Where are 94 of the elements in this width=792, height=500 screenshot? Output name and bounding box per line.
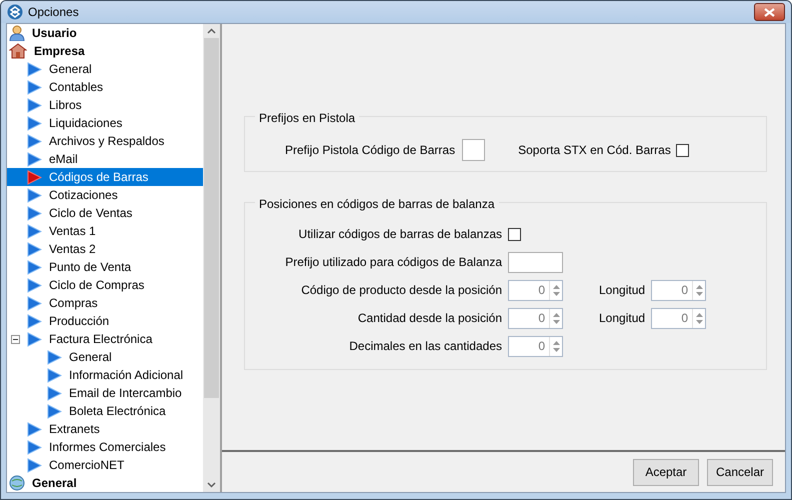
arrow-icon xyxy=(27,134,42,148)
number-spinner[interactable]: 0 xyxy=(508,308,563,328)
arrow-icon xyxy=(27,440,42,454)
field-label: Código de producto desde la posición xyxy=(300,282,503,299)
spin-up-icon[interactable] xyxy=(552,340,560,344)
arrow-icon xyxy=(27,278,42,292)
selected-arrow-icon xyxy=(27,170,42,184)
field-label: Longitud xyxy=(599,310,646,327)
tree-item[interactable]: Libros xyxy=(47,96,84,114)
field-label: Prefijo Pistola Código de Barras xyxy=(285,142,456,159)
app-logo-icon xyxy=(7,4,23,20)
arrow-icon xyxy=(47,350,62,364)
spin-down-icon[interactable] xyxy=(552,320,560,324)
scroll-down-icon[interactable] xyxy=(207,482,216,488)
arrow-icon xyxy=(27,296,42,310)
prefix-input-field[interactable] xyxy=(462,139,486,161)
tree-item[interactable]: Informes Comerciales xyxy=(47,438,168,456)
arrow-icon xyxy=(27,206,42,220)
tree-item[interactable]: Usuario xyxy=(30,24,79,42)
checkbox[interactable] xyxy=(508,228,521,240)
spin-down-icon[interactable] xyxy=(696,292,703,296)
number-spinner[interactable]: 0 xyxy=(651,308,706,328)
tree-item[interactable]: Boleta Electrónica xyxy=(67,402,168,420)
checkbox[interactable] xyxy=(676,144,689,156)
tree-item[interactable]: General xyxy=(47,60,94,78)
collapse-icon[interactable] xyxy=(11,334,20,344)
tree-item[interactable]: Liquidaciones xyxy=(47,114,124,132)
tree-item[interactable]: Ventas 2 xyxy=(47,240,98,258)
arrow-icon xyxy=(27,152,42,166)
number-spinner[interactable]: 0 xyxy=(508,280,563,300)
tree-item[interactable]: Punto de Venta xyxy=(47,258,134,276)
tree-item[interactable]: Información Adicional xyxy=(67,366,186,384)
scroll-thumb[interactable] xyxy=(204,38,219,398)
tree-item[interactable]: Ciclo de Ventas xyxy=(47,204,134,222)
dialog-button[interactable]: Aceptar xyxy=(633,458,699,486)
close-icon xyxy=(764,8,775,16)
arrow-icon xyxy=(27,422,42,436)
arrow-icon xyxy=(47,368,62,382)
field-label: Cantidad desde la posición xyxy=(356,310,503,327)
spinner-value: 0 xyxy=(537,282,546,299)
spin-down-icon[interactable] xyxy=(552,348,560,352)
spinner-value: 0 xyxy=(537,338,546,355)
spinner-value: 0 xyxy=(680,282,690,299)
user-icon xyxy=(9,25,25,41)
tree-item[interactable]: General xyxy=(67,348,114,366)
arrow-icon xyxy=(47,404,62,418)
tree-item[interactable]: Archivos y Respaldos xyxy=(47,132,166,150)
arrow-icon xyxy=(27,458,42,472)
number-spinner[interactable]: 0 xyxy=(651,280,706,300)
scroll-up-icon[interactable] xyxy=(207,28,216,34)
tree-item[interactable]: Extranets xyxy=(47,420,102,438)
spin-up-icon[interactable] xyxy=(696,284,703,288)
spinner-value: 0 xyxy=(537,310,546,327)
tree-item[interactable]: Cotizaciones xyxy=(47,186,120,204)
spin-up-icon[interactable] xyxy=(696,312,703,316)
dialog-button[interactable]: Cancelar xyxy=(707,458,773,486)
close-button[interactable] xyxy=(754,3,785,21)
field-label: Longitud xyxy=(599,282,646,299)
tree-item[interactable]: eMail xyxy=(47,150,80,168)
arrow-icon xyxy=(47,386,62,400)
tree-item[interactable]: Empresa xyxy=(32,42,87,60)
tree-item[interactable]: Email de Intercambio xyxy=(67,384,184,402)
tree-item[interactable]: ComercioNET xyxy=(47,456,126,474)
arrow-icon xyxy=(27,80,42,94)
tree-item[interactable]: Ciclo de Compras xyxy=(47,276,146,294)
tree-item[interactable]: Producción xyxy=(47,312,112,330)
input-field[interactable] xyxy=(508,252,563,272)
arrow-icon xyxy=(27,98,42,112)
number-spinner[interactable]: 0 xyxy=(508,336,563,356)
spin-up-icon[interactable] xyxy=(552,284,560,288)
spin-up-icon[interactable] xyxy=(552,312,560,316)
arrow-icon xyxy=(27,224,42,238)
arrow-icon xyxy=(27,242,42,256)
tree-item[interactable]: Factura Electrónica xyxy=(47,330,154,348)
arrow-icon xyxy=(27,116,42,130)
arrow-icon xyxy=(27,332,42,346)
field-label: Prefijo utilizado para códigos de Balanza xyxy=(284,254,503,271)
house-icon xyxy=(9,43,27,59)
field-label: Utilizar códigos de barras de balanzas xyxy=(298,226,503,243)
tree-item[interactable]: Ventas 1 xyxy=(47,222,98,240)
tree-item[interactable]: General xyxy=(30,474,79,492)
arrow-icon xyxy=(27,62,42,76)
arrow-icon xyxy=(27,314,42,328)
arrow-icon xyxy=(27,260,42,274)
spin-down-icon[interactable] xyxy=(552,292,560,296)
field-label: Decimales en las cantidades xyxy=(348,338,503,355)
globe-icon xyxy=(9,475,25,491)
arrow-icon xyxy=(27,188,42,202)
checkbox-label: Soporta STX en Cód. Barras xyxy=(518,142,671,159)
tree-item[interactable]: Compras xyxy=(47,294,100,312)
window-title: Opciones xyxy=(28,4,79,21)
tree-item[interactable]: Contables xyxy=(47,78,106,96)
spinner-value: 0 xyxy=(680,310,690,327)
spin-down-icon[interactable] xyxy=(696,320,703,324)
